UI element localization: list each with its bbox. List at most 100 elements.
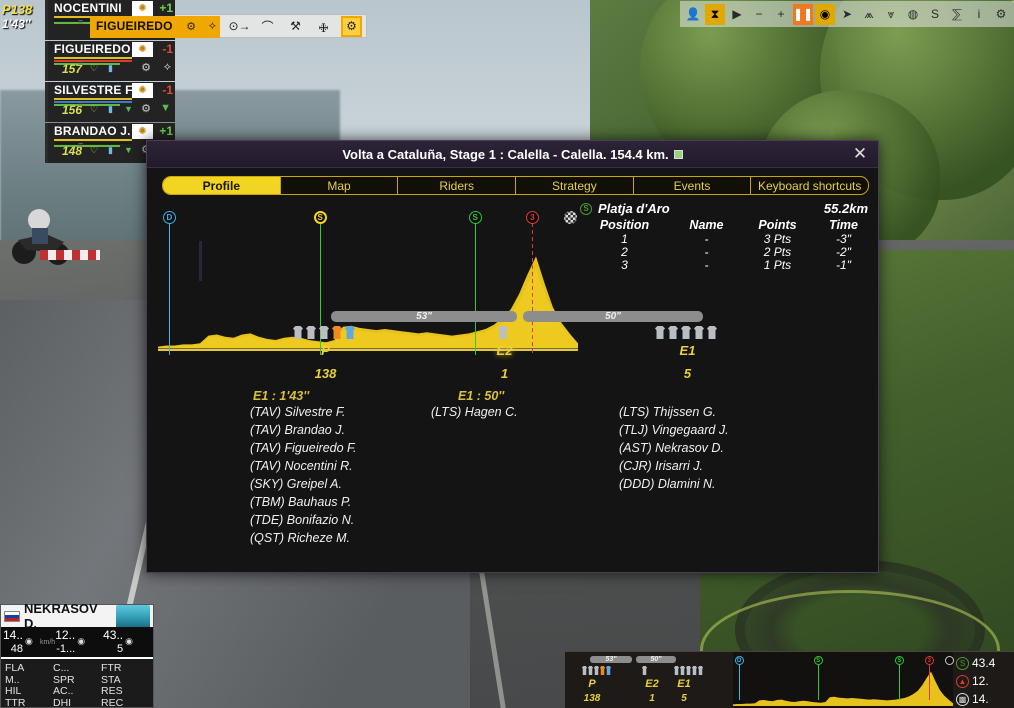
group-count-chase: 1 [500, 366, 509, 381]
onboard-view-icon[interactable]: ◍ [903, 4, 923, 25]
marker-badge: S [894, 656, 904, 665]
hud-jersey-group [642, 666, 647, 675]
profile-area-path [158, 256, 578, 351]
jersey-icon [594, 666, 599, 675]
speed-down-button[interactable]: − [749, 4, 769, 25]
hud-info-row: S 43.4 [956, 654, 1012, 672]
eye-view-icon[interactable]: ◉ [815, 3, 835, 25]
drag-handle[interactable]: ≡ [78, 100, 86, 114]
jersey-icon [668, 326, 678, 339]
attack-icon[interactable]: ⟡ [209, 20, 216, 33]
gear-icon[interactable]: ⚙ [141, 102, 151, 115]
jersey-icon [606, 666, 611, 675]
shelter-icon[interactable]: ⌒ [259, 18, 276, 35]
list-item[interactable]: (TLJ) Vingegaard J. [619, 421, 729, 439]
tab-riders[interactable]: Riders [398, 177, 517, 194]
marker-badge-sprint-2: S [468, 211, 482, 224]
ability-column: FTR STA RES REC [101, 662, 149, 708]
tab-profile[interactable]: Profile [163, 177, 281, 194]
speed-up-button[interactable]: + [771, 4, 791, 25]
close-icon[interactable]: ✕ [850, 144, 870, 164]
heart-icon: ♡ [90, 63, 99, 73]
list-item[interactable]: (LTS) Thijssen G. [619, 403, 729, 421]
rider-name: FIGUEIREDO F. [96, 19, 176, 33]
team-icon: ✺ [132, 42, 153, 57]
sprint-badge-icon: S [580, 202, 592, 215]
list-item[interactable]: (TAV) Figueiredo F. [250, 439, 357, 457]
ability-label: AC.. [53, 685, 74, 697]
marker-line [474, 223, 476, 355]
dialog-tabs[interactable]: Profile Map Riders Strategy Events Keyboard s… [162, 176, 869, 195]
jersey-icon [698, 666, 703, 675]
race-hud[interactable]: 53" 50" P 138 E2 1 E1 5 DSS3 S 43.4 ▲ 12. ▩ 14. [565, 651, 1014, 708]
rear-view-icon[interactable]: ⩔ [881, 4, 901, 25]
tab-events[interactable]: Events [634, 177, 752, 194]
marker-line [168, 223, 170, 355]
bottle-icon: ▮ [108, 145, 113, 155]
front-view-icon[interactable]: ⩕ [859, 4, 879, 25]
marker-line [949, 664, 951, 700]
selected-rider-panel[interactable]: NEKRASOV D. 14.. 48 ◉ km/h 12.. -1... ◉ 43.. 5 ◉ … [0, 601, 154, 708]
rider-profile-icon[interactable]: 👤 [683, 4, 703, 25]
list-item[interactable]: (TBM) Bauhaus P. [250, 493, 357, 511]
stage-info-dialog[interactable]: Volta a Cataluña, Stage 1 : Calella - Ca… [146, 140, 879, 573]
list-item[interactable]: (SKY) Greipel A. [250, 475, 357, 493]
list-item[interactable]: (TAV) Nocentini R. [250, 457, 357, 475]
marker-badge-start: D [162, 211, 176, 224]
attack-icon[interactable]: ⊙→ [228, 18, 250, 35]
jersey-icon [345, 326, 355, 339]
finish-flag-icon: ◉ [25, 635, 33, 646]
helicopter-view-icon[interactable]: ➤ [837, 4, 857, 25]
jersey-icon [686, 666, 691, 675]
group-tag: P138 [2, 2, 33, 17]
rider-jersey-icon [116, 605, 150, 627]
settings-icon[interactable]: ⚙ [341, 15, 362, 37]
sprint-detail-panel: S Platja d'Aro 55.2km Position Name Points… [576, 201, 872, 272]
hud-info-row: ▩ 14. [956, 690, 1012, 708]
shield-icon[interactable]: ▼ [160, 102, 171, 114]
hourglass-icon[interactable]: ⧗ [705, 3, 725, 25]
playback-control-bar[interactable]: 👤 ⧗ ▶ − + ❚❚ ◉ ➤ ⩕ ⩔ ◍ S ⅀ i ⚙ [680, 1, 1014, 27]
drag-handle[interactable]: ≡ [78, 59, 86, 73]
bottle-icon[interactable]: 🜋 [315, 18, 332, 35]
drag-handle[interactable]: ≡ [78, 141, 86, 155]
jersey-icon [498, 326, 508, 339]
list-item[interactable]: (TAV) Brandao J. [250, 421, 357, 439]
list-item[interactable]: (TDE) Bonifazio N. [250, 511, 357, 529]
sprint-icon[interactable]: ⚒ [287, 18, 304, 35]
strategy-icon[interactable]: S [925, 4, 945, 25]
list-item[interactable]: (LTS) Hagen C. [431, 403, 518, 421]
pause-button[interactable]: ❚❚ [793, 3, 813, 25]
info-icon[interactable]: i [969, 4, 989, 25]
play-button[interactable]: ▶ [727, 4, 747, 25]
list-item[interactable]: (CJR) Irisarri J. [619, 457, 729, 475]
rider-card-selected[interactable]: FIGUEIREDO F. ⚙ ⟡ [90, 16, 220, 38]
selected-group-info: P138 1'43'' [2, 2, 48, 32]
list-item[interactable]: (DDD) Dlamini N. [619, 475, 729, 493]
jersey-icon [680, 666, 685, 675]
page-title: Volta a Cataluña, Stage 1 : Calella - Ca… [342, 146, 669, 162]
jersey-icon [694, 326, 704, 339]
settings2-icon[interactable]: ⚙ [991, 4, 1011, 25]
rider-card[interactable]: FIGUEIREDO 157 ♡ ▮ ✺ -1 ⚙ ⟡ ≡ [45, 41, 175, 81]
tab-keyboard-shortcuts[interactable]: Keyboard shortcuts [751, 177, 868, 194]
tab-map[interactable]: Map [281, 177, 399, 194]
sequence-icon[interactable]: ⅀ [947, 4, 967, 25]
marker-badge: D [734, 656, 744, 665]
list-item[interactable]: (QST) Richeze M. [250, 529, 357, 547]
attack-icon[interactable]: ⟡ [164, 61, 171, 74]
rider-card[interactable]: SILVESTRE F. 156 ♡ ▮ ▼ ✺ -1 ⚙ ▼ ≡ [45, 82, 175, 122]
list-item[interactable]: (AST) Nekrasov D. [619, 439, 729, 457]
list-item[interactable]: (TAV) Silvestre F. [250, 403, 357, 421]
drag-handle[interactable]: ≡ [78, 18, 86, 32]
hud-group-count: 5 [681, 693, 687, 704]
stat-values: 12.. -1... [55, 627, 76, 655]
tab-strategy[interactable]: Strategy [516, 177, 634, 194]
gear-icon[interactable]: ⚙ [186, 20, 196, 33]
sprint-badge-icon: S [956, 656, 969, 670]
heart-icon: ♡ [90, 104, 99, 114]
gear-icon[interactable]: ⚙ [141, 61, 151, 74]
gap-label: 53" [416, 311, 432, 322]
bottle-icon: ▮ [108, 104, 113, 114]
stat-block: 43.. 5 ◉ [103, 628, 151, 656]
